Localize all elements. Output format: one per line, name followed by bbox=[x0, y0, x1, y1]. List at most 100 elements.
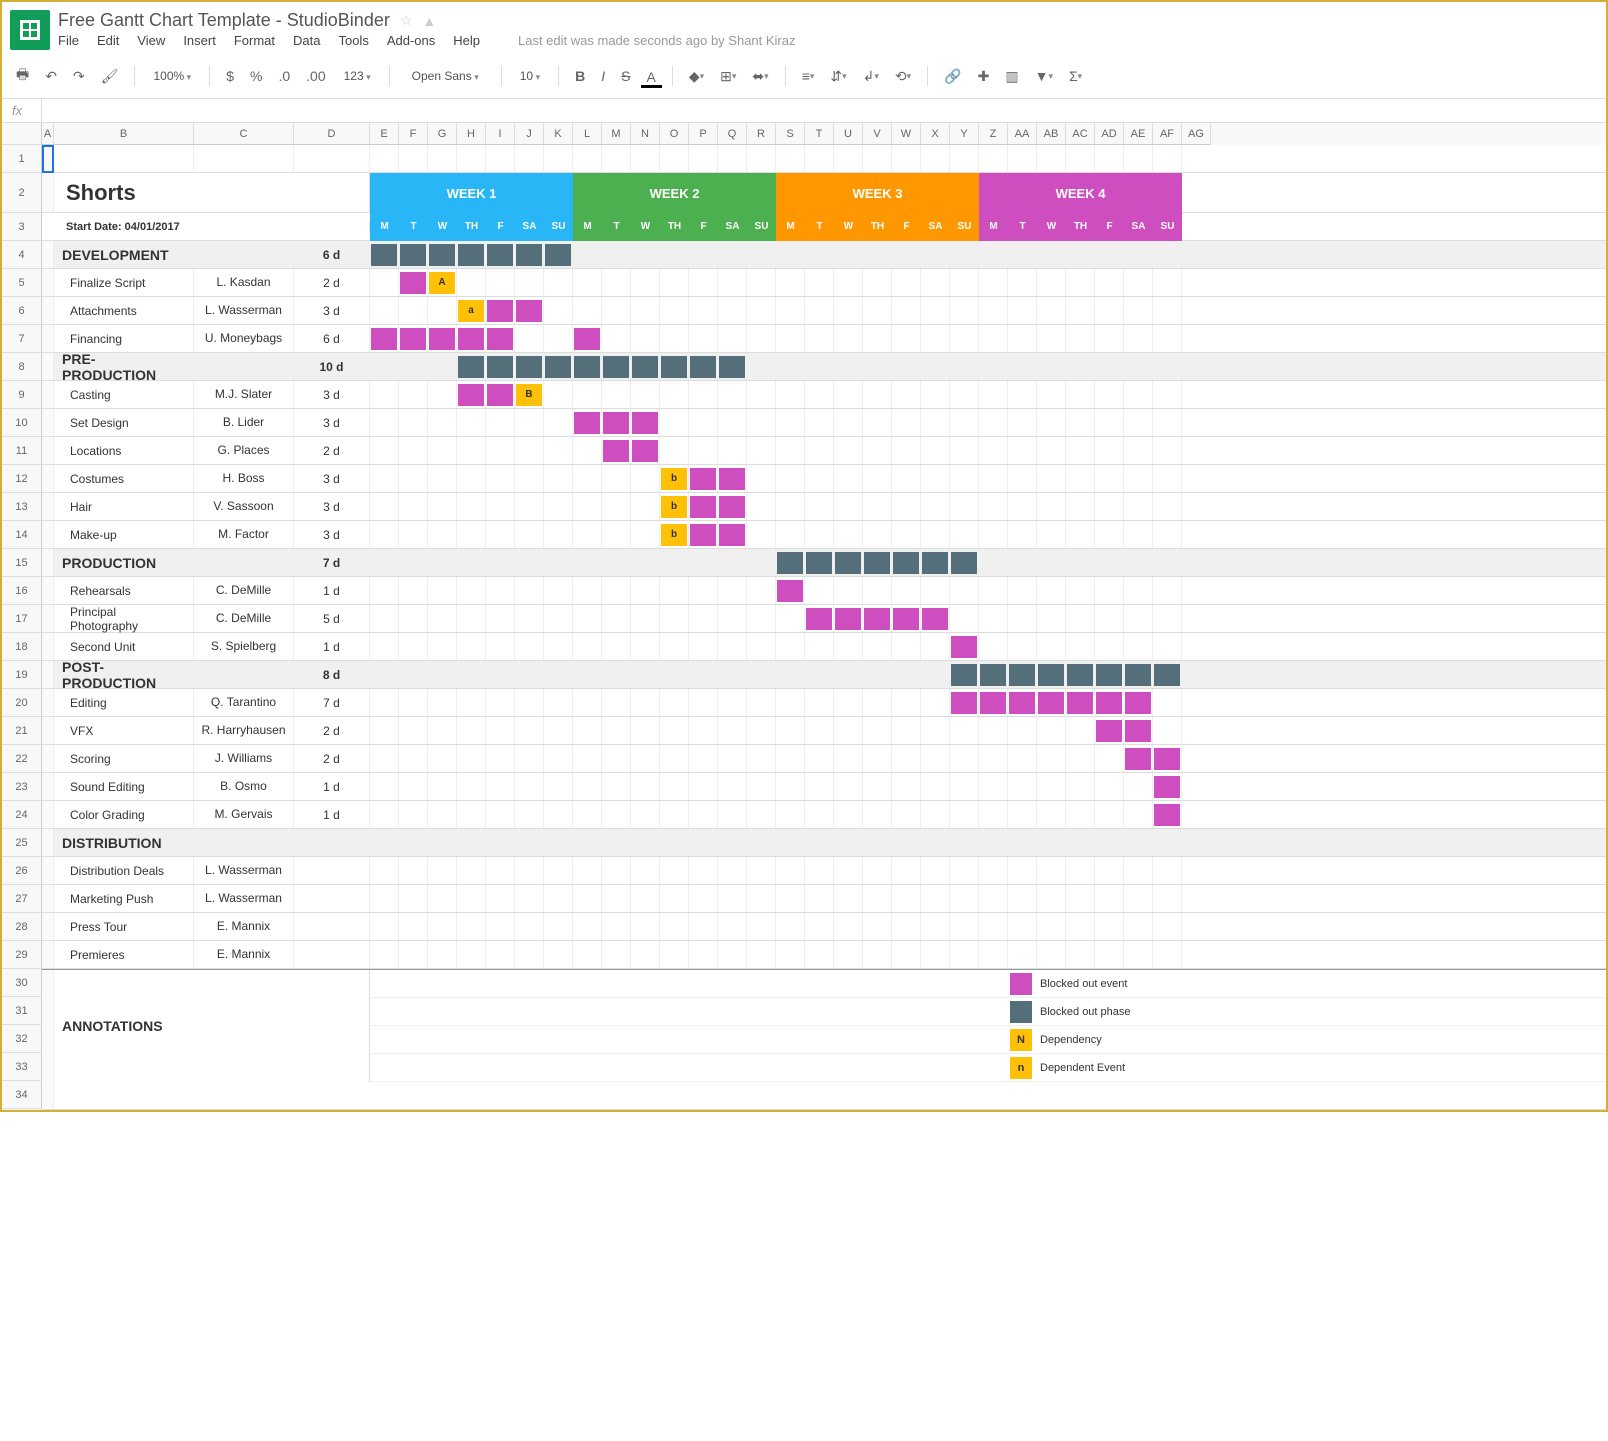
merge-cells-icon[interactable]: ⬌ bbox=[746, 64, 774, 89]
gantt-cell[interactable] bbox=[747, 493, 776, 520]
gantt-cell[interactable] bbox=[1066, 493, 1095, 520]
gantt-cell[interactable] bbox=[1066, 717, 1095, 744]
gantt-cell[interactable] bbox=[399, 493, 428, 520]
gantt-cell[interactable] bbox=[776, 549, 805, 576]
day-header[interactable]: F bbox=[486, 213, 515, 241]
gantt-cell[interactable] bbox=[1008, 145, 1037, 172]
gantt-cell[interactable] bbox=[486, 437, 515, 464]
gantt-cell[interactable] bbox=[747, 885, 776, 912]
gantt-cell[interactable] bbox=[718, 521, 747, 548]
row-header[interactable]: 29 bbox=[2, 941, 42, 969]
task-name[interactable]: Costumes bbox=[54, 465, 194, 492]
gantt-cell[interactable] bbox=[1008, 577, 1037, 604]
gantt-cell[interactable] bbox=[544, 773, 573, 800]
gantt-cell[interactable] bbox=[950, 521, 979, 548]
gantt-cell[interactable] bbox=[834, 829, 863, 856]
gantt-cell[interactable] bbox=[486, 801, 515, 828]
gantt-cell[interactable] bbox=[1066, 941, 1095, 968]
gantt-cell[interactable] bbox=[370, 773, 399, 800]
gantt-cell[interactable] bbox=[718, 857, 747, 884]
gantt-cell[interactable] bbox=[1066, 241, 1095, 268]
gantt-cell[interactable] bbox=[718, 605, 747, 632]
gantt-cell[interactable] bbox=[718, 941, 747, 968]
gantt-cell[interactable] bbox=[399, 633, 428, 660]
day-header[interactable]: W bbox=[428, 213, 457, 241]
gantt-cell[interactable] bbox=[1124, 661, 1153, 688]
gantt-cell[interactable] bbox=[950, 661, 979, 688]
task-person[interactable]: R. Harryhausen bbox=[194, 717, 294, 744]
gantt-cell[interactable] bbox=[602, 829, 631, 856]
gantt-cell[interactable] bbox=[863, 801, 892, 828]
column-header[interactable]: E bbox=[370, 123, 399, 145]
gantt-cell[interactable] bbox=[718, 409, 747, 436]
day-header[interactable]: SU bbox=[1153, 213, 1182, 241]
gantt-cell[interactable] bbox=[515, 941, 544, 968]
phase-name[interactable]: PRE-PRODUCTION bbox=[54, 353, 194, 380]
gantt-cell[interactable] bbox=[1124, 913, 1153, 940]
gantt-cell[interactable] bbox=[1037, 465, 1066, 492]
task-duration[interactable]: 7 d bbox=[294, 689, 370, 716]
column-header[interactable]: K bbox=[544, 123, 573, 145]
gantt-cell[interactable] bbox=[486, 381, 515, 408]
menu-file[interactable]: File bbox=[58, 33, 79, 48]
gantt-cell[interactable] bbox=[718, 773, 747, 800]
gantt-cell[interactable] bbox=[718, 493, 747, 520]
gantt-cell[interactable] bbox=[457, 493, 486, 520]
gantt-cell[interactable] bbox=[1153, 409, 1182, 436]
gantt-cell[interactable] bbox=[776, 633, 805, 660]
gantt-cell[interactable] bbox=[486, 913, 515, 940]
gantt-cell[interactable] bbox=[457, 437, 486, 464]
gantt-cell[interactable] bbox=[979, 409, 1008, 436]
menu-view[interactable]: View bbox=[137, 33, 165, 48]
gantt-cell[interactable] bbox=[1124, 521, 1153, 548]
gantt-cell[interactable] bbox=[1008, 745, 1037, 772]
gantt-cell[interactable] bbox=[776, 717, 805, 744]
gantt-cell[interactable] bbox=[805, 549, 834, 576]
row-header[interactable]: 9 bbox=[2, 381, 42, 409]
gantt-cell[interactable] bbox=[892, 409, 921, 436]
gantt-cell[interactable] bbox=[1153, 857, 1182, 884]
gantt-cell[interactable]: b bbox=[660, 521, 689, 548]
gantt-cell[interactable] bbox=[979, 801, 1008, 828]
gantt-cell[interactable] bbox=[660, 717, 689, 744]
percent-icon[interactable]: % bbox=[244, 64, 268, 88]
gantt-cell[interactable] bbox=[602, 409, 631, 436]
gantt-cell[interactable] bbox=[834, 521, 863, 548]
document-title[interactable]: Free Gantt Chart Template - StudioBinder bbox=[58, 10, 390, 31]
gantt-cell[interactable] bbox=[631, 241, 660, 268]
gantt-cell[interactable] bbox=[631, 465, 660, 492]
gantt-cell[interactable] bbox=[834, 801, 863, 828]
phase-duration[interactable]: 6 d bbox=[294, 241, 370, 268]
gantt-cell[interactable] bbox=[1066, 689, 1095, 716]
gantt-cell[interactable] bbox=[689, 745, 718, 772]
gantt-cell[interactable] bbox=[399, 437, 428, 464]
gantt-cell[interactable] bbox=[486, 661, 515, 688]
gantt-cell[interactable] bbox=[486, 241, 515, 268]
column-header[interactable]: P bbox=[689, 123, 718, 145]
gantt-cell[interactable] bbox=[631, 605, 660, 632]
folder-icon[interactable]: ▲ bbox=[422, 13, 436, 29]
gantt-cell[interactable] bbox=[515, 521, 544, 548]
rotate-icon[interactable]: ⟲ bbox=[889, 64, 917, 89]
gantt-cell[interactable] bbox=[776, 241, 805, 268]
gantt-cell[interactable] bbox=[950, 241, 979, 268]
gantt-cell[interactable] bbox=[1037, 773, 1066, 800]
gantt-cell[interactable] bbox=[979, 465, 1008, 492]
gantt-cell[interactable] bbox=[892, 633, 921, 660]
gantt-cell[interactable] bbox=[602, 241, 631, 268]
gantt-cell[interactable] bbox=[1008, 633, 1037, 660]
gantt-cell[interactable] bbox=[631, 353, 660, 380]
gantt-cell[interactable] bbox=[863, 241, 892, 268]
gantt-cell[interactable] bbox=[892, 269, 921, 296]
gantt-cell[interactable] bbox=[805, 577, 834, 604]
gantt-cell[interactable] bbox=[573, 857, 602, 884]
gantt-cell[interactable] bbox=[1008, 325, 1037, 352]
week-header[interactable]: WEEK 1 bbox=[370, 173, 573, 213]
row-header[interactable]: 33 bbox=[2, 1053, 42, 1081]
gantt-cell[interactable] bbox=[1095, 857, 1124, 884]
gantt-cell[interactable] bbox=[1037, 801, 1066, 828]
gantt-cell[interactable] bbox=[631, 269, 660, 296]
gantt-cell[interactable] bbox=[805, 521, 834, 548]
gantt-cell[interactable] bbox=[602, 941, 631, 968]
gantt-cell[interactable] bbox=[660, 241, 689, 268]
